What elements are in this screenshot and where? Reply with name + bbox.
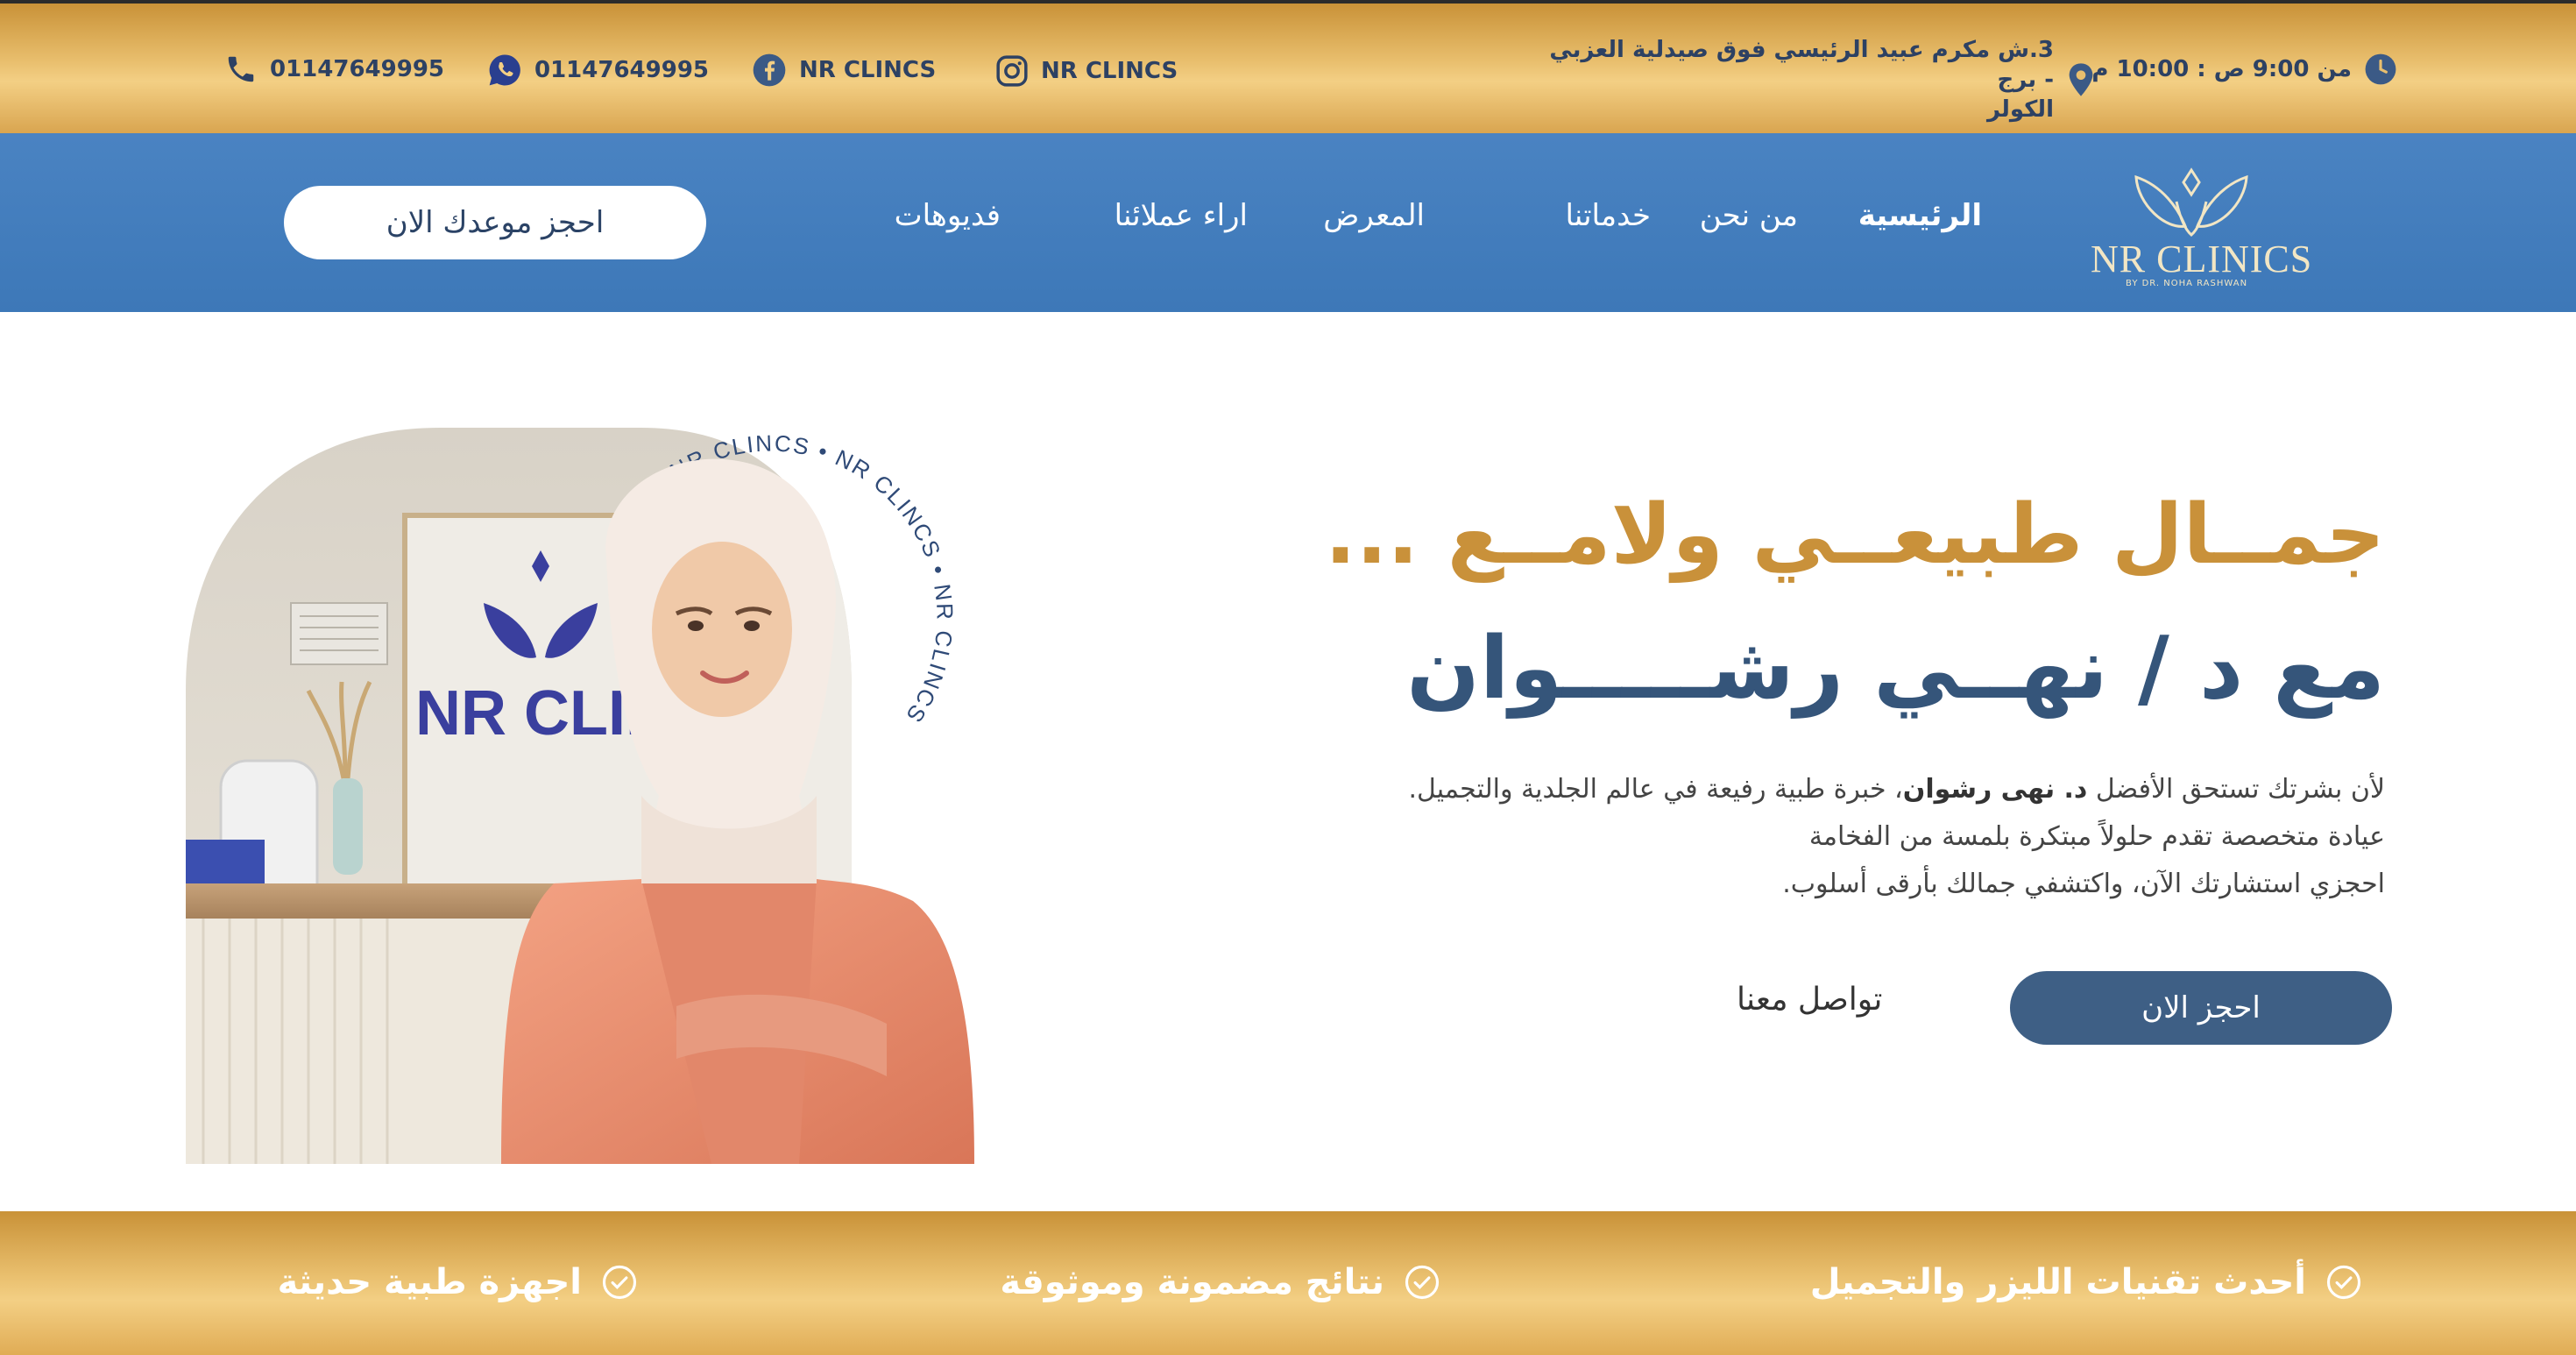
hero-title-line-2: مع د / نهــي رشـــــوان bbox=[1406, 619, 2385, 719]
desc-part-a: لأن بشرتك تستحق الأفضل bbox=[2095, 774, 2385, 805]
phone-number: 01147649995 bbox=[270, 56, 444, 82]
instagram-link[interactable]: NR CLINCS bbox=[995, 54, 1178, 88]
logo-subtitle: BY DR. NOHA RASHWAN bbox=[2126, 279, 2248, 288]
phone-icon bbox=[228, 56, 254, 82]
whatsapp-link[interactable]: 01147649995 bbox=[487, 53, 709, 88]
hero-desc-line-3: احجزي استشارتك الآن، واكتشفي جمالك بأرقى… bbox=[1782, 869, 2385, 899]
facebook-link[interactable]: NR CLINCS bbox=[752, 53, 936, 88]
hero-photo: NR CLINICS NR CLINCS • NR CLINCS • NR CL… bbox=[186, 428, 983, 1164]
top-info-bar: من 9:00 ص : 10:00 م 3.ش مكرم عبيد الرئيس… bbox=[0, 4, 2576, 133]
features-bar: أحدث تقنيات الليزر والتجميل نتائج مضمونة… bbox=[0, 1211, 2576, 1355]
desc-part-c: ، خبرة طبية رفيعة في عالم الجلدية والتجم… bbox=[1408, 774, 1903, 805]
feature-label: اجهزة طبية حديثة bbox=[277, 1262, 582, 1302]
address-line-1: 3.ش مكرم عبيد الرئيسي فوق صيدلية العزبي … bbox=[1549, 37, 2054, 93]
instagram-label: NR CLINCS bbox=[1041, 58, 1178, 84]
book-now-button[interactable]: احجز الان bbox=[2010, 971, 2392, 1045]
hero-desc-line-2: عيادة متخصصة تقدم حلولاً مبتكرة بلمسة من… bbox=[1808, 821, 2385, 852]
hero-description: لأن بشرتك تستحق الأفضل د. نهى رشوان، خبر… bbox=[1246, 766, 2385, 908]
feature-item: نتائج مضمونة وموثوقة bbox=[1000, 1262, 1440, 1302]
feature-label: نتائج مضمونة وموثوقة bbox=[1000, 1262, 1384, 1302]
clock-icon bbox=[2365, 53, 2396, 85]
nav-item-videos[interactable]: فديوهات bbox=[895, 198, 1001, 233]
location-pin-icon bbox=[2069, 63, 2093, 96]
check-circle-icon bbox=[602, 1265, 637, 1300]
hours-text: من 9:00 ص : 10:00 م bbox=[2091, 56, 2352, 82]
instagram-icon bbox=[996, 55, 1028, 87]
opening-hours: من 9:00 ص : 10:00 م bbox=[2091, 53, 2397, 86]
nav-item-services[interactable]: خدماتنا bbox=[1565, 198, 1651, 233]
address-line-2: الكولر bbox=[1986, 96, 2054, 123]
logo-text: NR CLINICS bbox=[2091, 238, 2313, 280]
whatsapp-icon bbox=[489, 54, 520, 86]
phone-link[interactable]: 01147649995 bbox=[224, 53, 444, 86]
feature-item: اجهزة طبية حديثة bbox=[278, 1262, 638, 1302]
contact-us-link[interactable]: تواصل معنا bbox=[1737, 982, 1882, 1018]
address: 3.ش مكرم عبيد الرئيسي فوق صيدلية العزبي … bbox=[1535, 35, 2096, 124]
hero-desc-line-1: لأن بشرتك تستحق الأفضل د. نهى رشوان، خبر… bbox=[1246, 766, 2385, 813]
check-circle-icon bbox=[2326, 1265, 2361, 1300]
nav-item-home[interactable]: الرئيسية bbox=[1858, 198, 1982, 233]
main-navbar: NR CLINICS BY DR. NOHA RASHWAN الرئيسية … bbox=[0, 133, 2576, 312]
whatsapp-number: 01147649995 bbox=[534, 57, 709, 83]
feature-label: أحدث تقنيات الليزر والتجميل bbox=[1809, 1262, 2306, 1302]
check-circle-icon bbox=[1405, 1265, 1440, 1300]
feature-item: أحدث تقنيات الليزر والتجميل bbox=[1810, 1262, 2362, 1302]
hero-title-line-1: جمــال طبيعــي ولامــع ... bbox=[1325, 487, 2385, 583]
nav-item-about[interactable]: من نحن bbox=[1700, 198, 1798, 233]
book-appointment-button[interactable]: احجز موعدك الان bbox=[284, 186, 706, 259]
facebook-label: NR CLINCS bbox=[799, 57, 937, 83]
nav-item-gallery[interactable]: المعرض bbox=[1323, 198, 1425, 233]
facebook-icon bbox=[753, 53, 786, 87]
nav-item-reviews[interactable]: اراء عملائنا bbox=[1115, 198, 1248, 233]
doctor-name: د. نهى رشوان bbox=[1902, 774, 2088, 805]
